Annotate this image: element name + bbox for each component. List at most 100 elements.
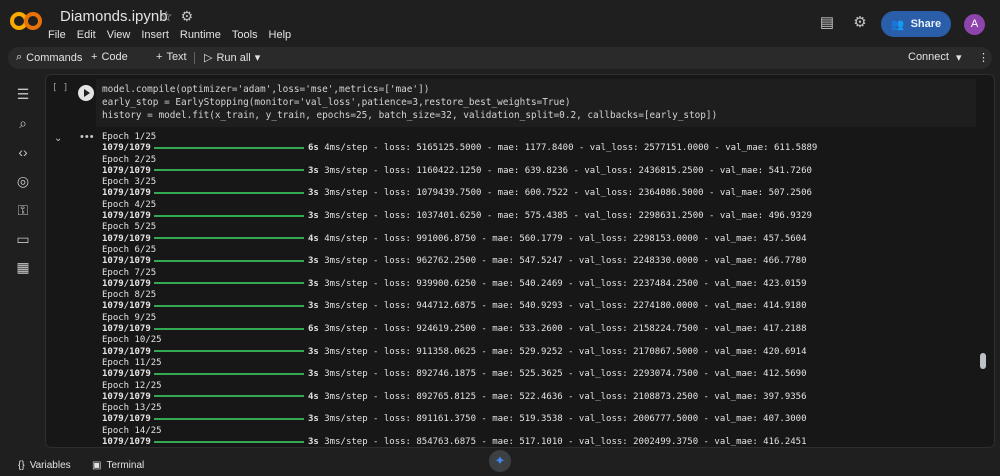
settings-icon[interactable]: ⚙ xyxy=(851,14,869,32)
epoch-label: Epoch 8/25 xyxy=(102,290,157,301)
plus-icon: + xyxy=(91,51,98,63)
run-all-label: Run all xyxy=(216,51,251,64)
epoch-metrics: 3ms/step - loss: 924619.2500 - mae: 533.… xyxy=(324,324,807,335)
variables-button[interactable]: {} Variables xyxy=(18,460,71,471)
menu-help[interactable]: Help xyxy=(269,29,292,41)
epoch-time: 3s xyxy=(308,278,319,289)
epoch-metrics: 3ms/step - loss: 854763.6875 - mae: 517.… xyxy=(324,437,807,446)
output-menu-icon[interactable]: ••• xyxy=(80,131,95,143)
epoch-label: Epoch 13/25 xyxy=(102,403,162,414)
epoch-metrics: 3ms/step - loss: 944712.6875 - mae: 540.… xyxy=(324,301,807,312)
key-icon[interactable]: ⚿ xyxy=(14,201,32,219)
step-count: 1079/1079 xyxy=(102,369,151,380)
commands-label: Commands xyxy=(26,51,83,64)
progress-bar xyxy=(154,327,304,330)
epoch-progress-line: 1079/1079 3s 3ms/step - loss: 1079439.750… xyxy=(102,188,972,199)
step-count: 1079/1079 xyxy=(102,256,151,267)
epoch-progress-line: 1079/1079 3s 3ms/step - loss: 939900.6250… xyxy=(102,279,972,290)
colab-logo-icon[interactable] xyxy=(9,10,43,32)
epoch-metrics: 3ms/step - loss: 892746.1875 - mae: 525.… xyxy=(324,369,807,380)
find-icon[interactable]: ⌕ xyxy=(14,114,32,132)
variables-label: Variables xyxy=(29,460,71,471)
menu-tools[interactable]: Tools xyxy=(232,29,258,41)
more-options-icon[interactable]: ⋮ xyxy=(978,51,989,64)
gear-icon[interactable]: ⚙ xyxy=(181,8,194,25)
epoch-time: 6s xyxy=(308,143,319,154)
epoch-progress-line: 1079/1079 6s 4ms/step - loss: 5165125.500… xyxy=(102,143,972,154)
comment-icon[interactable]: ▤ xyxy=(818,14,836,32)
epoch-time: 4s xyxy=(308,391,319,402)
epoch-time: 3s xyxy=(308,437,319,446)
epoch-progress-line: 1079/1079 3s 3ms/step - loss: 892746.1875… xyxy=(102,369,972,380)
scrollbar[interactable] xyxy=(980,353,986,369)
epoch-label: Epoch 5/25 xyxy=(102,222,157,233)
epoch-metrics: 3ms/step - loss: 1160422.1250 - mae: 639… xyxy=(324,165,812,176)
progress-bar xyxy=(154,372,304,375)
star-icon[interactable]: ☆ xyxy=(160,8,173,25)
progress-bar xyxy=(154,282,304,285)
toolbar-divider xyxy=(194,52,195,64)
progress-bar xyxy=(154,237,304,240)
menu-bar: File Edit View Insert Runtime Tools Help xyxy=(48,29,302,41)
step-count: 1079/1079 xyxy=(102,278,151,289)
menu-runtime[interactable]: Runtime xyxy=(180,29,221,41)
run-cell-button[interactable] xyxy=(78,85,94,101)
code-line: history = model.fit(x_train, y_train, ep… xyxy=(102,110,718,121)
terminal-label: Terminal xyxy=(106,460,145,471)
collapse-output-icon[interactable]: ⌄ xyxy=(54,133,62,144)
variables-inspector-icon[interactable]: ◎ xyxy=(14,172,32,190)
folder-icon[interactable]: ▭ xyxy=(14,230,32,248)
progress-bar xyxy=(154,259,304,262)
table-icon[interactable]: ▦ xyxy=(14,258,32,276)
epoch-time: 6s xyxy=(308,324,319,335)
avatar[interactable]: A xyxy=(964,14,985,35)
epoch-time: 3s xyxy=(308,369,319,380)
code-editor[interactable]: model.compile(optimizer='adam',loss='mse… xyxy=(96,79,976,127)
connect-dropdown[interactable]: ▾ xyxy=(956,51,962,64)
epoch-metrics: 4ms/step - loss: 991006.8750 - mae: 560.… xyxy=(324,233,807,244)
run-all-button[interactable]: ▷ Run all ▾ xyxy=(204,51,261,65)
people-icon: 👥 xyxy=(890,18,905,31)
notebook-title[interactable]: Diamonds.ipynb xyxy=(60,8,168,25)
code-snippets-icon[interactable]: ‹› xyxy=(14,143,32,161)
epoch-metrics: 3ms/step - loss: 892765.8125 - mae: 522.… xyxy=(324,391,807,402)
epoch-time: 3s xyxy=(308,346,319,357)
step-count: 1079/1079 xyxy=(102,211,151,222)
step-count: 1079/1079 xyxy=(102,414,151,425)
menu-view[interactable]: View xyxy=(107,29,131,41)
connect-button[interactable]: Connect xyxy=(908,51,949,63)
commands-button[interactable]: ⌕ Commands xyxy=(16,51,82,64)
epoch-label: Epoch 3/25 xyxy=(102,177,157,188)
connect-label: Connect xyxy=(908,51,949,63)
toc-icon[interactable]: ☰ xyxy=(14,85,32,103)
cell-execution-count: [ ] xyxy=(52,83,69,93)
epoch-progress-line: 1079/1079 4s 3ms/step - loss: 892765.8125… xyxy=(102,392,972,403)
epoch-label: Epoch 9/25 xyxy=(102,312,157,323)
code-line: early_stop = EarlyStopping(monitor='val_… xyxy=(102,97,571,108)
epoch-time: 3s xyxy=(308,188,319,199)
epoch-label: Epoch 1/25 xyxy=(102,132,157,142)
step-count: 1079/1079 xyxy=(102,188,151,199)
epoch-label: Epoch 12/25 xyxy=(102,380,162,391)
epoch-progress-line: 1079/1079 4s 4ms/step - loss: 991006.8750… xyxy=(102,234,972,245)
step-count: 1079/1079 xyxy=(102,391,151,402)
code-label: Code xyxy=(101,51,128,63)
add-code-button[interactable]: + Code xyxy=(91,51,128,63)
menu-file[interactable]: File xyxy=(48,29,66,41)
menu-insert[interactable]: Insert xyxy=(141,29,169,41)
menu-edit[interactable]: Edit xyxy=(77,29,96,41)
epoch-label: Epoch 10/25 xyxy=(102,335,162,346)
epoch-metrics: 3ms/step - loss: 939900.6250 - mae: 540.… xyxy=(324,278,807,289)
gemini-icon[interactable]: ✦ xyxy=(489,450,511,472)
progress-bar xyxy=(154,440,304,443)
epoch-label: Epoch 7/25 xyxy=(102,267,157,278)
step-count: 1079/1079 xyxy=(102,437,151,446)
chevron-down-icon[interactable]: ▾ xyxy=(255,51,261,64)
epoch-metrics: 4ms/step - loss: 5165125.5000 - mae: 117… xyxy=(324,143,818,154)
step-count: 1079/1079 xyxy=(102,324,151,335)
add-text-button[interactable]: + Text xyxy=(156,51,187,63)
terminal-button[interactable]: ▣ Terminal xyxy=(92,460,144,471)
share-button[interactable]: 👥 Share xyxy=(881,11,951,37)
progress-bar xyxy=(154,304,304,307)
epoch-time: 4s xyxy=(308,233,319,244)
